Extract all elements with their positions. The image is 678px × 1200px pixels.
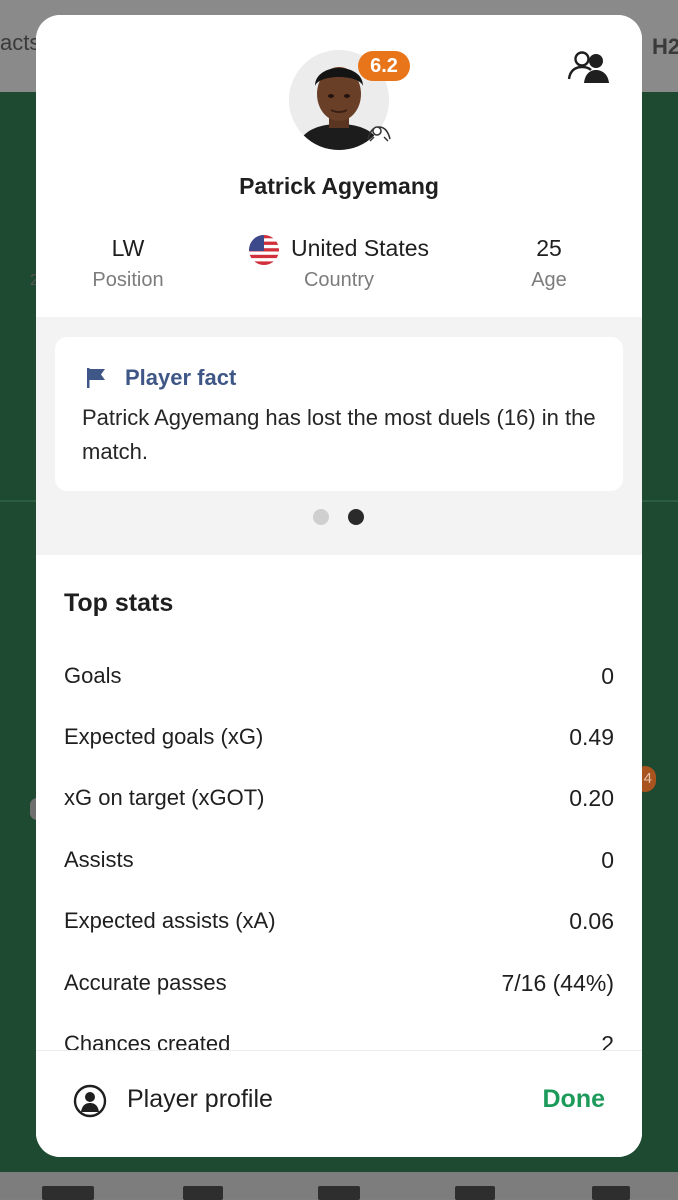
stat-label: Expected goals (xG) (64, 724, 264, 749)
stat-label: Accurate passes (64, 970, 227, 995)
flag-icon (87, 368, 105, 388)
stat-row: Accurate passes 7/16 (44%) (64, 970, 614, 1002)
player-sheet: 6.2 Patrick Agyemang LW Position United … (36, 15, 642, 1157)
nav-more-icon (592, 1186, 630, 1200)
nav-matches-icon (42, 1186, 94, 1200)
stat-row: Expected assists (xA) 0.06 (64, 908, 614, 940)
player-fact-text: Patrick Agyemang has lost the most duels… (82, 405, 596, 464)
country-label: Country (303, 269, 375, 291)
stat-row: Goals 0 (64, 663, 614, 695)
stat-label: Assists (64, 847, 134, 872)
stat-row: Assists 0 (64, 847, 614, 879)
stat-value: 0.49 (569, 724, 614, 750)
person-compare-icon[interactable] (566, 49, 612, 85)
sheet-footer: Player profile Done (36, 1050, 642, 1157)
stat-label: Chances created (64, 1031, 231, 1050)
stat-row: Chances created 2 (64, 1031, 614, 1050)
country-value-row: United States (226, 233, 452, 265)
age-label: Age (531, 269, 567, 291)
age-value: 25 (536, 235, 562, 261)
done-button[interactable]: Done (543, 1085, 606, 1114)
position-info: LW Position (80, 233, 176, 292)
position-label: Position (92, 269, 164, 291)
player-fact-title: Player fact (125, 365, 237, 390)
stat-row: xG on target (xGOT) 0.20 (64, 785, 614, 817)
stat-value: 7/16 (44%) (501, 970, 614, 996)
age-info: 25 Age (504, 233, 594, 292)
country-info: United States Country (226, 233, 452, 292)
nav-news-icon (183, 1186, 223, 1200)
stat-label: Expected assists (xA) (64, 908, 276, 933)
stat-value: 0.20 (569, 785, 614, 811)
nav-leagues-icon (318, 1186, 360, 1200)
country-value: United States (290, 235, 430, 261)
person-circle-icon[interactable] (73, 1084, 107, 1118)
stat-label: xG on target (xGOT) (64, 785, 265, 810)
rating-badge: 6.2 (358, 51, 410, 81)
player-fact-card[interactable]: Player fact Patrick Agyemang has lost th… (55, 337, 623, 491)
stat-value: 0 (601, 847, 614, 873)
club-crest-icon (367, 126, 391, 142)
stat-label: Goals (64, 663, 122, 688)
nav-following-icon (455, 1186, 495, 1200)
us-flag-icon (248, 234, 279, 265)
position-value: LW (111, 235, 145, 261)
top-stats-section: Top stats Goals 0 Expected goals (xG) 0.… (36, 555, 642, 1050)
carousel-dot-1[interactable] (313, 509, 329, 525)
stat-value: 0.06 (569, 908, 614, 934)
background-tab-facts: acts (0, 30, 41, 55)
stat-value: 2 (601, 1031, 614, 1050)
player-profile-button[interactable]: Player profile (127, 1085, 273, 1114)
player-name: Patrick Agyemang (239, 173, 439, 199)
stat-row: Expected goals (xG) 0.49 (64, 724, 614, 756)
player-header: 6.2 Patrick Agyemang LW Position United … (36, 15, 642, 317)
carousel-dot-2-active[interactable] (348, 509, 364, 525)
top-stats-title: Top stats (64, 589, 174, 617)
player-fact-carousel[interactable]: Player fact Patrick Agyemang has lost th… (36, 317, 642, 555)
background-tab-h2h: H2 (652, 34, 678, 59)
stat-value: 0 (601, 663, 614, 689)
